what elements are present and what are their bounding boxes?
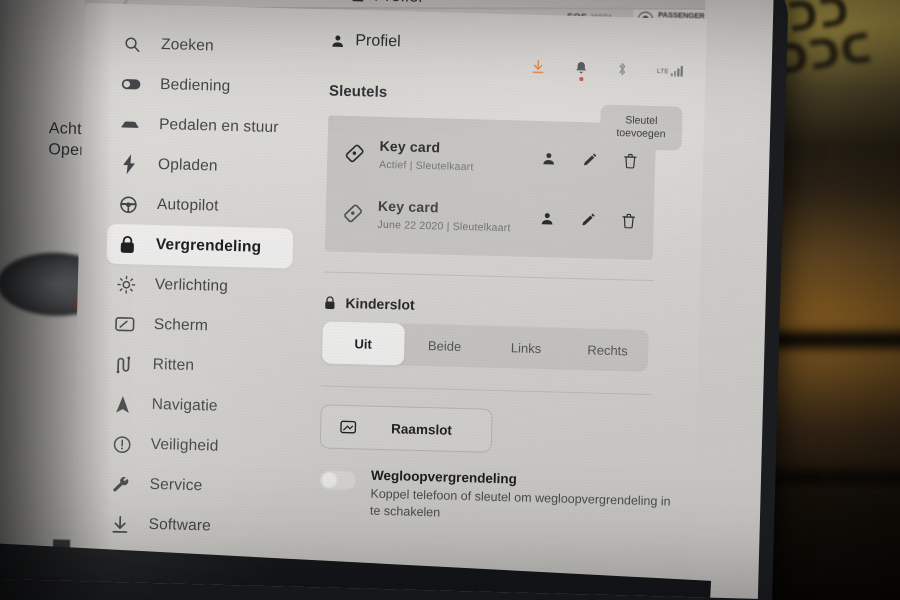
- sidebar-item-label: Bediening: [159, 76, 231, 95]
- settings-content: Profiel LTE Sleutels Sleutel toevoegen K…: [302, 9, 707, 591]
- sidebar-item-label: Autopilot: [156, 196, 219, 215]
- child-lock-header: Kinderslot: [323, 294, 681, 319]
- search-icon: [122, 34, 143, 55]
- sidebar-item-vergrendeling[interactable]: Vergrendeling: [106, 223, 294, 269]
- sidebar-item-pedalen-en-stuur[interactable]: Pedalen en stuur: [110, 104, 297, 149]
- bolt-icon: [119, 154, 140, 175]
- person-icon: [350, 0, 365, 3]
- key-actions: [541, 151, 637, 169]
- lte-label: LTE: [656, 68, 669, 76]
- settings-sidebar: Zoeken Bediening Pedalen en stuur Oplade…: [70, 9, 313, 575]
- profile-label: Profiel: [374, 0, 423, 7]
- sidebar-item-ritten[interactable]: Ritten: [103, 344, 290, 389]
- window-icon: [339, 419, 357, 435]
- content-status-icons: LTE: [531, 59, 684, 81]
- profile-icon[interactable]: [540, 211, 555, 226]
- delete-icon[interactable]: [622, 213, 636, 229]
- walkaway-lock-toggle[interactable]: [318, 469, 358, 492]
- delete-icon[interactable]: [623, 153, 637, 169]
- walkaway-lock-description: Koppel telefoon of sleutel om wegloopver…: [369, 486, 671, 520]
- child-lock-title: Kinderslot: [345, 294, 415, 313]
- sidebar-item-bediening[interactable]: Bediening: [111, 64, 298, 109]
- display-icon: [115, 314, 136, 335]
- sun-icon: [116, 274, 137, 295]
- lock-icon: [323, 295, 336, 310]
- sidebar-item-software[interactable]: Software: [99, 504, 286, 549]
- window-lock-label: Raamslot: [390, 420, 453, 438]
- trips-icon: [114, 354, 135, 375]
- sidebar-item-label: Veiligheid: [150, 435, 219, 455]
- content-title: Profiel: [355, 32, 401, 51]
- content-header: Profiel: [330, 31, 688, 58]
- keycard-icon: [342, 202, 367, 225]
- key-subtitle: June 22 2020 | Sleutelkaart: [377, 218, 511, 234]
- tesla-display: 305 km Achterbak Open ⚡ SOS WIFI: [0, 0, 774, 599]
- divider: [321, 385, 652, 396]
- edit-icon[interactable]: [581, 212, 596, 227]
- profile-icon[interactable]: [541, 151, 556, 166]
- warning-icon: [111, 434, 132, 455]
- sidebar-item-label: Software: [148, 515, 212, 535]
- software-update-icon[interactable]: [531, 59, 546, 75]
- sidebar-item-autopilot[interactable]: Autopilot: [107, 184, 294, 229]
- key-info: Key card June 22 2020 | Sleutelkaart: [377, 197, 540, 234]
- key-actions: [540, 211, 636, 229]
- key-title: Key card: [379, 137, 441, 155]
- lock-icon: [117, 234, 138, 255]
- clock: 17:31: [145, 0, 190, 1]
- sidebar-item-label: Zoeken: [160, 36, 214, 55]
- navigation-icon: [112, 394, 133, 415]
- download-icon: [109, 514, 130, 535]
- walkaway-lock-row: Wegloopvergrendeling Koppel telefoon of …: [318, 466, 677, 528]
- sidebar-item-navigatie[interactable]: Navigatie: [102, 384, 289, 429]
- sidebar-item-label: Pedalen en stuur: [158, 116, 279, 137]
- child-lock-option-links[interactable]: Links: [485, 326, 568, 370]
- sidebar-item-label: Opladen: [157, 156, 218, 175]
- outside-temperature: 8°C: [261, 0, 290, 3]
- sidebar-item-opladen[interactable]: Opladen: [108, 144, 295, 189]
- add-key-line2: toevoegen: [616, 127, 666, 141]
- sidebar-item-label: Service: [149, 475, 203, 495]
- screenshot-root: ᑕᑐᑐ ᑐᑐᑐᑕ 305 km Achterbak Open ⚡: [0, 0, 900, 600]
- key-row[interactable]: Key card June 22 2020 | Sleutelkaart: [325, 182, 654, 251]
- sidebar-item-veiligheid[interactable]: Veiligheid: [101, 424, 288, 469]
- steering-icon: [118, 194, 139, 215]
- notification-bell-icon[interactable]: [575, 60, 588, 81]
- child-lock-segmented-control: Uit Beide Links Rechts: [321, 321, 649, 372]
- toggle-icon: [121, 74, 142, 95]
- walkaway-lock-text: Wegloopvergrendeling Koppel telefoon of …: [370, 468, 681, 529]
- sidebar-item-service[interactable]: Service: [100, 464, 287, 509]
- key-info: Key card Actief | Sleutelkaart: [379, 137, 542, 174]
- car-icon: [120, 114, 141, 135]
- child-lock-option-uit[interactable]: Uit: [321, 321, 405, 366]
- sidebar-item-label: Ritten: [152, 355, 195, 375]
- wrench-icon: [110, 474, 131, 495]
- sidebar-item-zoeken[interactable]: Zoeken: [112, 24, 299, 69]
- sidebar-item-label: Vergrendeling: [155, 235, 262, 256]
- sidebar-item-label: Scherm: [153, 315, 209, 335]
- settings-sheet: Zoeken Bediening Pedalen en stuur Oplade…: [70, 3, 707, 592]
- child-lock-option-rechts[interactable]: Rechts: [566, 328, 649, 372]
- add-key-line1: Sleutel: [625, 114, 658, 127]
- key-subtitle: Actief | Sleutelkaart: [378, 158, 474, 173]
- sidebar-item-label: Verlichting: [154, 275, 229, 295]
- edit-icon[interactable]: [582, 152, 597, 167]
- child-lock-option-beide[interactable]: Beide: [403, 324, 486, 368]
- keycard-icon: [343, 142, 368, 165]
- key-title: Key card: [377, 197, 439, 215]
- sidebar-item-label: Navigatie: [151, 395, 218, 415]
- divider: [324, 271, 655, 282]
- sidebar-item-verlichting[interactable]: Verlichting: [105, 264, 292, 309]
- person-icon: [330, 33, 345, 48]
- bluetooth-icon[interactable]: [617, 61, 628, 77]
- sidebar-list: Zoeken Bediening Pedalen en stuur Oplade…: [70, 23, 313, 589]
- profile-button[interactable]: Profiel: [350, 0, 423, 7]
- add-key-button[interactable]: Sleutel toevoegen: [599, 104, 683, 151]
- window-lock-button[interactable]: Raamslot: [319, 404, 493, 453]
- sidebar-item-scherm[interactable]: Scherm: [104, 304, 291, 349]
- lte-signal-icon[interactable]: LTE: [657, 65, 684, 77]
